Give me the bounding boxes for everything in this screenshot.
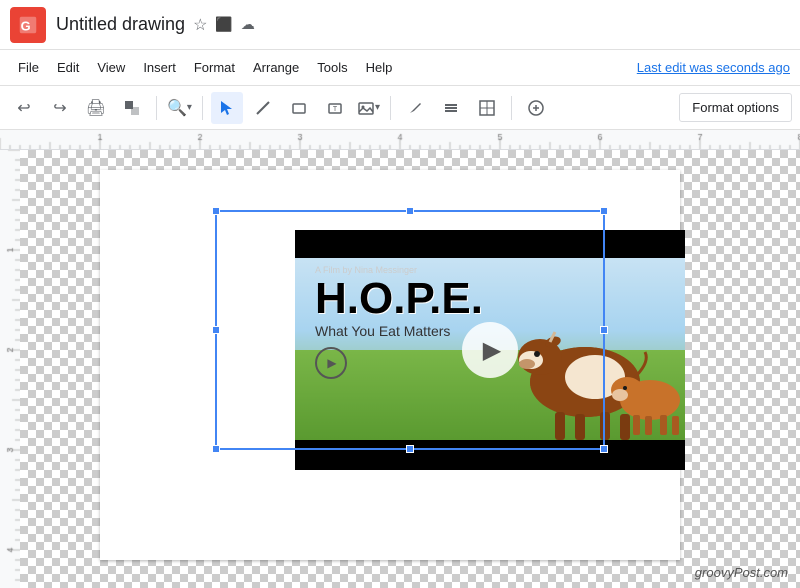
slideshow-icon[interactable]: ⬛ (215, 16, 232, 33)
format-options-button[interactable]: Format options (679, 93, 792, 122)
doc-title[interactable]: Untitled drawing (56, 14, 185, 35)
line-tool-button[interactable] (247, 92, 279, 124)
textbox-tool-button[interactable]: T (319, 92, 351, 124)
hope-title-text: H.O.P.E. (315, 277, 483, 321)
paint-format-button[interactable] (116, 92, 148, 124)
plus-button[interactable] (520, 92, 552, 124)
video-text-overlay: A Film by Nina Messinger H.O.P.E. What Y… (315, 265, 483, 379)
lines-tool-button[interactable] (435, 92, 467, 124)
video-element[interactable]: A Film by Nina Messinger H.O.P.E. What Y… (295, 230, 685, 470)
zoom-dropdown[interactable]: 🔍 ▾ (165, 92, 194, 124)
black-bar-top (295, 230, 685, 258)
horizontal-ruler (0, 130, 800, 150)
menu-insert[interactable]: Insert (135, 56, 184, 79)
image-tool-button[interactable]: ▾ (355, 92, 382, 124)
star-icon[interactable]: ☆ (193, 15, 207, 35)
canvas-area[interactable]: A Film by Nina Messinger H.O.P.E. What Y… (0, 150, 800, 588)
black-bar-bottom (295, 442, 685, 470)
separator-1 (156, 96, 157, 120)
vertical-ruler (0, 150, 20, 588)
title-bar: G Untitled drawing ☆ ⬛ ☁ (0, 0, 800, 50)
separator-3 (390, 96, 391, 120)
svg-text:G: G (21, 18, 31, 33)
menu-file[interactable]: File (10, 56, 47, 79)
menu-view[interactable]: View (89, 56, 133, 79)
title-area: Untitled drawing ☆ ⬛ ☁ (56, 14, 255, 35)
play-overlay-button[interactable] (462, 322, 518, 378)
menu-arrange[interactable]: Arrange (245, 56, 307, 79)
print-button[interactable]: 🖨 (80, 92, 112, 124)
watermark-text: groovyPost.com (695, 565, 788, 580)
last-edit-status: Last edit was seconds ago (637, 60, 790, 75)
menu-help[interactable]: Help (358, 56, 401, 79)
app-icon: G (10, 7, 46, 43)
shape-tool-button[interactable] (283, 92, 315, 124)
menu-format[interactable]: Format (186, 56, 243, 79)
separator-2 (202, 96, 203, 120)
toolbar: ↩ ↪ 🖨 🔍 ▾ T ▾ Format options (0, 86, 800, 130)
cloud-icon[interactable]: ☁ (241, 16, 255, 33)
drawing-canvas[interactable]: A Film by Nina Messinger H.O.P.E. What Y… (20, 150, 800, 588)
menu-bar: File Edit View Insert Format Arrange Too… (0, 50, 800, 86)
redo-button[interactable]: ↪ (44, 92, 76, 124)
menu-edit[interactable]: Edit (49, 56, 87, 79)
subtitle-text: What You Eat Matters (315, 323, 483, 339)
drawing-page[interactable]: A Film by Nina Messinger H.O.P.E. What Y… (100, 170, 680, 560)
pen-tool-button[interactable] (399, 92, 431, 124)
small-play-button[interactable] (315, 347, 347, 379)
menu-tools[interactable]: Tools (309, 56, 355, 79)
svg-text:T: T (333, 106, 338, 113)
tables-tool-button[interactable] (471, 92, 503, 124)
undo-button[interactable]: ↩ (8, 92, 40, 124)
separator-4 (511, 96, 512, 120)
select-tool-button[interactable] (211, 92, 243, 124)
video-background: A Film by Nina Messinger H.O.P.E. What Y… (295, 230, 685, 470)
